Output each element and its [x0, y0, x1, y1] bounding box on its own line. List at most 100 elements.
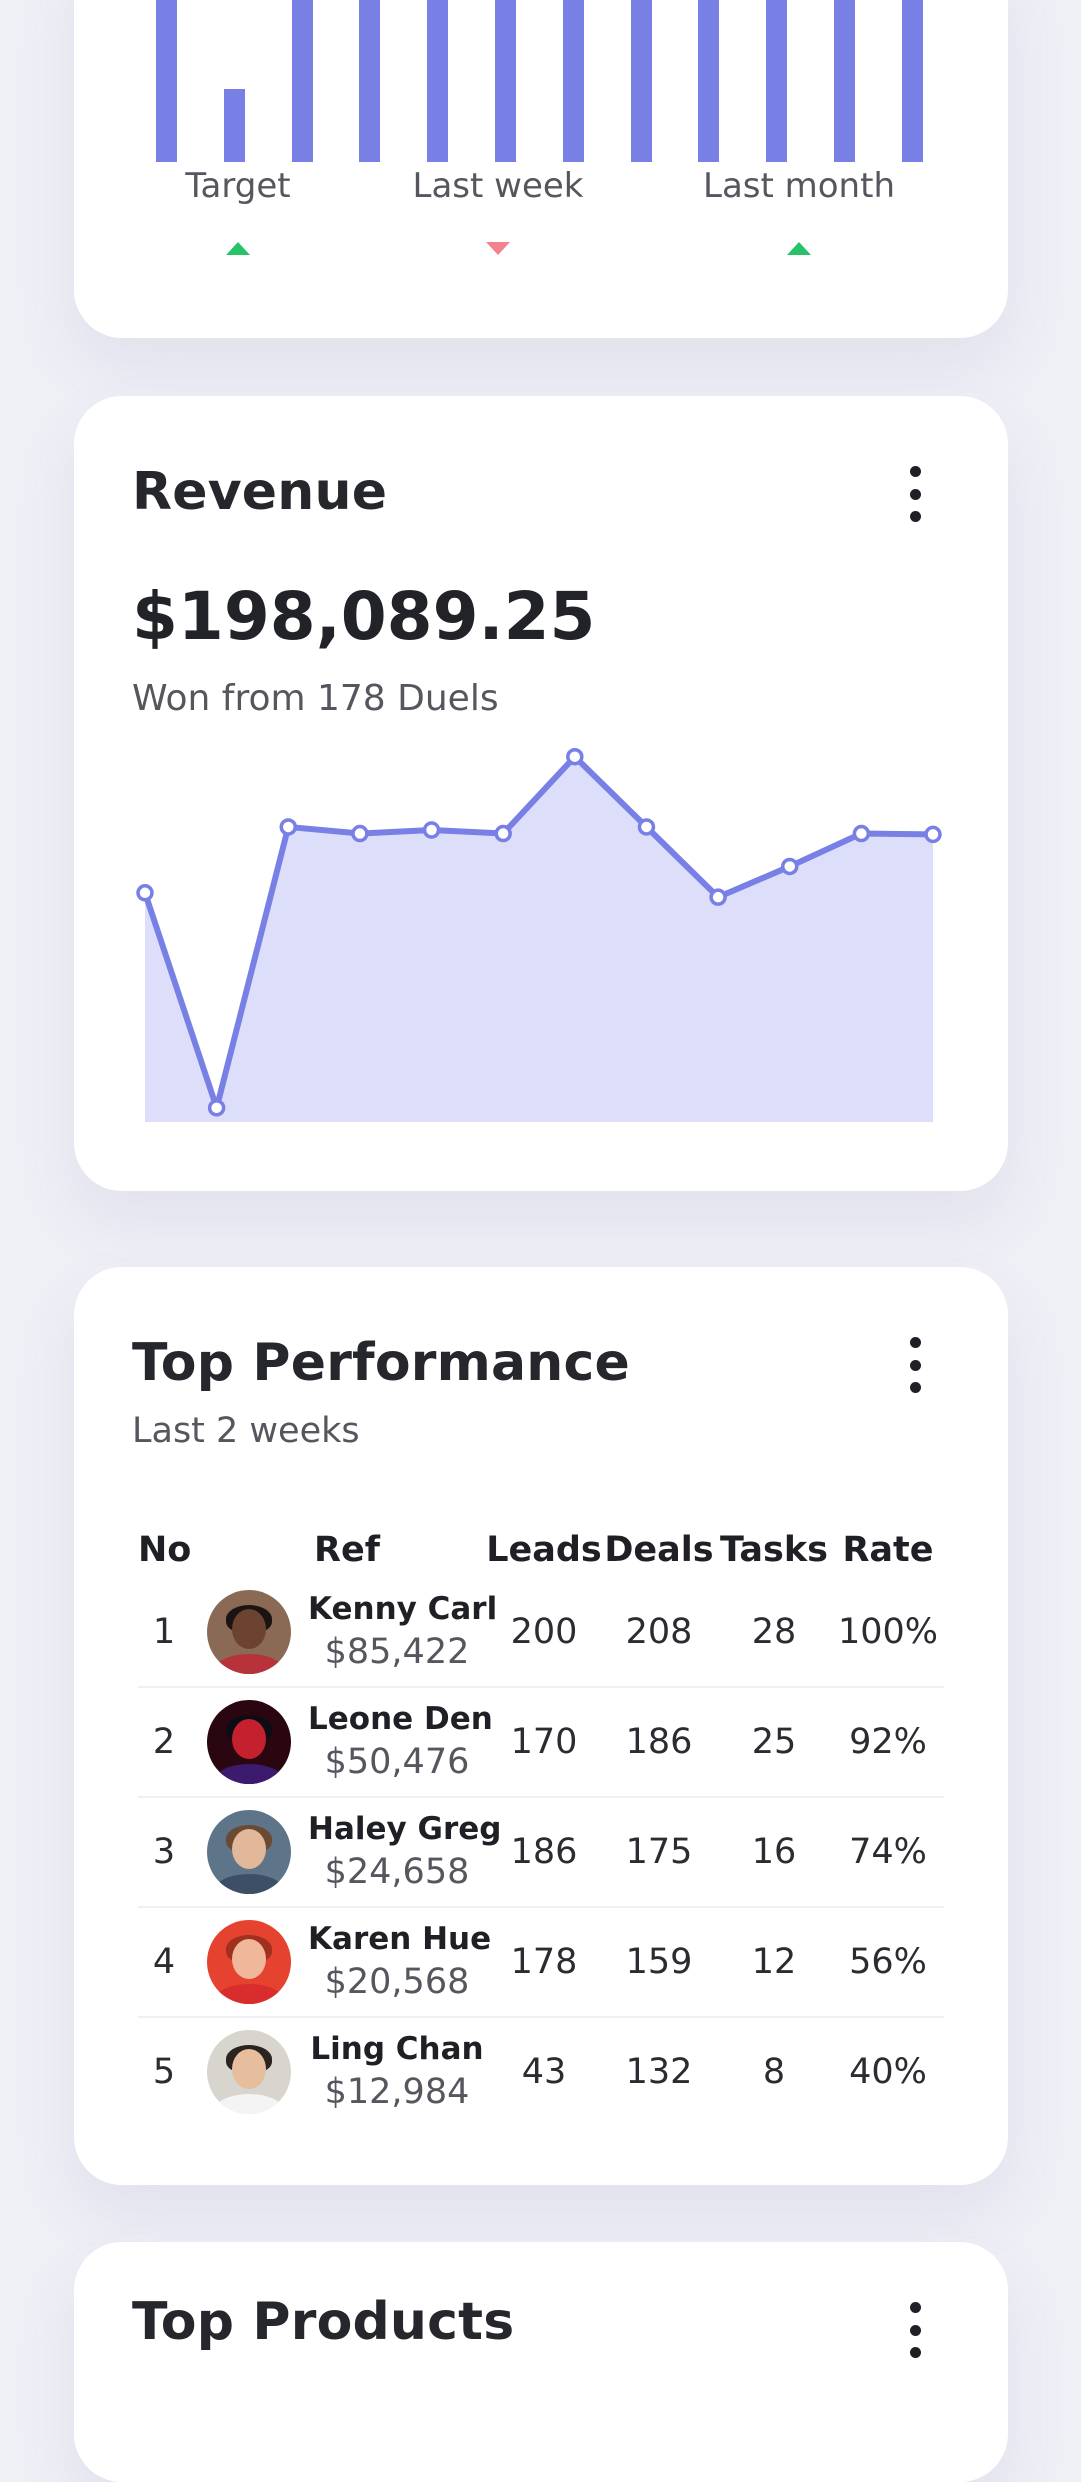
tasks-value: 16	[751, 1832, 797, 1872]
deals-value: 208	[625, 1612, 693, 1652]
rate-value: 40%	[849, 2052, 927, 2092]
bar	[562, 0, 584, 162]
avatar	[207, 1920, 291, 2004]
performer-name: Haley Greg	[308, 1811, 502, 1847]
avatar-cell	[190, 1810, 308, 1894]
revenue-data-point	[637, 818, 656, 836]
performer-amount: $12,984	[324, 2072, 470, 2112]
revenue-data-point	[351, 824, 369, 843]
revenue-data-point	[852, 824, 871, 843]
deals-value: 186	[625, 1722, 693, 1762]
bar	[766, 0, 788, 162]
performance-subtitle: Last 2 weeks	[132, 1411, 360, 1451]
targets-card: Target Last week Last month	[74, 0, 1008, 338]
row-number: 2	[152, 1722, 176, 1762]
bar	[156, 0, 177, 162]
performer-name: Leone Den	[308, 1701, 493, 1737]
deals-value: 175	[625, 1832, 693, 1872]
performer-amount: $24,658	[324, 1852, 470, 1892]
ref-cell: Karen Hue $20,568	[308, 1919, 492, 2005]
performer-name: Karen Hue	[308, 1921, 492, 1957]
trend-up-icon	[787, 242, 811, 255]
revenue-data-point	[422, 821, 441, 839]
leads-value: 200	[510, 1612, 578, 1652]
bar	[630, 0, 652, 162]
row-number: 1	[152, 1612, 176, 1652]
column-header-ref: Ref	[314, 1530, 380, 1570]
tasks-value: 8	[762, 2052, 786, 2092]
comparison-label-target: Target	[185, 166, 291, 206]
bar	[698, 0, 720, 162]
column-header-tasks: Tasks	[720, 1530, 828, 1570]
row-number: 4	[152, 1942, 176, 1982]
top-products-card: Top Products	[74, 2242, 1008, 2482]
performer-name: Kenny Carl	[308, 1591, 498, 1627]
ref-cell: Leone Den $50,476	[308, 1699, 493, 1785]
tasks-value: 25	[751, 1722, 797, 1762]
deals-value: 132	[625, 2052, 693, 2092]
revenue-data-point	[494, 824, 512, 843]
bar	[495, 0, 516, 162]
bar	[223, 88, 245, 162]
avatar	[207, 1590, 291, 1674]
table-row[interactable]: 5 Ling Chan $12,984 43 132 8 40%	[138, 2018, 944, 2126]
performer-amount: $20,568	[324, 1962, 470, 2002]
comparison-label-last-week: Last week	[412, 166, 584, 206]
leads-value: 43	[521, 2052, 567, 2092]
performance-table: No Ref Leads Deals Tasks Rate 1 Kenny Ca…	[138, 1522, 944, 2126]
leads-value: 178	[510, 1942, 578, 1982]
table-header: No Ref Leads Deals Tasks Rate	[138, 1522, 944, 1578]
trend-down-icon	[486, 242, 510, 255]
revenue-data-point	[136, 884, 154, 902]
bar	[427, 0, 449, 162]
bar	[901, 0, 923, 162]
rate-value: 92%	[849, 1722, 927, 1762]
top-performance-card: Top Performance Last 2 weeks No Ref Lead…	[74, 1267, 1008, 2185]
deals-value: 159	[625, 1942, 693, 1982]
column-header-rate: Rate	[842, 1530, 934, 1570]
table-row[interactable]: 1 Kenny Carl $85,422 200 208 28 100%	[138, 1578, 944, 1688]
products-title: Top Products	[132, 2292, 515, 2352]
table-row[interactable]: 4 Karen Hue $20,568 178 159 12 56%	[138, 1908, 944, 2018]
more-vertical-icon[interactable]	[900, 2302, 930, 2358]
performance-title: Top Performance	[132, 1333, 631, 1393]
column-header-leads: Leads	[486, 1530, 602, 1570]
performer-amount: $85,422	[324, 1632, 470, 1672]
bar	[359, 0, 381, 162]
revenue-area-chart	[136, 747, 942, 1122]
more-vertical-icon[interactable]	[900, 1337, 930, 1393]
row-number: 3	[152, 1832, 176, 1872]
column-header-deals: Deals	[604, 1530, 714, 1570]
table-row[interactable]: 2 Leone Den $50,476 170 186 25 92%	[138, 1688, 944, 1798]
trend-up-icon	[226, 242, 250, 255]
avatar	[207, 2030, 291, 2114]
bar	[291, 0, 313, 162]
avatar-cell	[190, 1590, 308, 1674]
rate-value: 100%	[837, 1612, 939, 1652]
ref-cell: Kenny Carl $85,422	[308, 1589, 498, 1675]
revenue-data-point	[780, 857, 799, 876]
performer-name: Ling Chan	[310, 2031, 484, 2067]
avatar-cell	[190, 1920, 308, 2004]
comparison-label-last-month: Last month	[703, 166, 895, 206]
revenue-data-point	[279, 818, 298, 836]
performer-amount: $50,476	[324, 1742, 470, 1782]
bar	[834, 0, 855, 162]
column-header-no: No	[138, 1530, 192, 1570]
revenue-data-point	[207, 1099, 226, 1117]
revenue-data-point	[924, 825, 942, 844]
tasks-value: 12	[751, 1942, 797, 1982]
ref-cell: Haley Greg $24,658	[308, 1809, 502, 1895]
revenue-data-point	[709, 888, 727, 906]
avatar	[207, 1810, 291, 1894]
ref-cell: Ling Chan $12,984	[308, 2029, 486, 2115]
revenue-area-fill	[145, 756, 933, 1122]
avatar-cell	[190, 2030, 308, 2114]
leads-value: 186	[510, 1832, 578, 1872]
avatar-cell	[190, 1700, 308, 1784]
avatar	[207, 1700, 291, 1784]
row-number: 5	[152, 2052, 176, 2092]
revenue-card: Revenue $198,089.25 Won from 178 Duels	[74, 396, 1008, 1191]
bar-chart	[74, 0, 1008, 162]
table-row[interactable]: 3 Haley Greg $24,658 186 175 16 74%	[138, 1798, 944, 1908]
